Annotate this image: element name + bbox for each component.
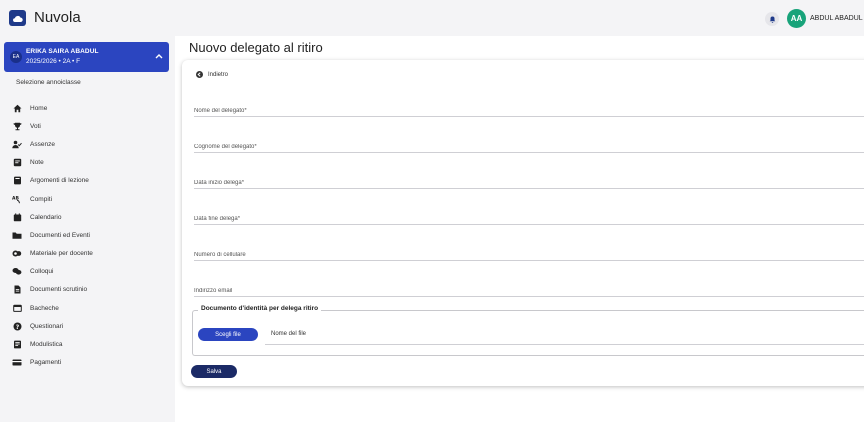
file-name-underline [265, 344, 864, 345]
back-link[interactable]: Indietro [196, 71, 228, 78]
app-title: Nuvola [34, 9, 81, 26]
student-name: ERIKA SAIRA ABADUL [26, 48, 99, 55]
book-icon [12, 176, 22, 186]
sidebar-item-argomenti[interactable]: Argomenti di lezione [12, 172, 93, 190]
user-avatar[interactable]: AA [787, 9, 806, 28]
homework-icon: AB [12, 194, 22, 204]
note-icon [12, 158, 22, 168]
sidebar-item-questionari[interactable]: ? Questionari [12, 317, 93, 335]
choose-file-button[interactable]: Scegli file [198, 328, 258, 341]
cloud-logo-icon [9, 10, 26, 26]
top-bar: Nuvola AA ABDUL ABADUL ▾ [0, 0, 864, 36]
sidebar-item-assenze[interactable]: Assenze [12, 135, 93, 153]
sidebar-item-documenti-scrutinio[interactable]: Documenti scrutinio [12, 281, 93, 299]
mobile-number-input[interactable] [194, 250, 864, 258]
student-avatar: EA [10, 51, 22, 63]
student-selector[interactable]: EA ERIKA SAIRA ABADUL 2025/2026 • 2A • F [4, 42, 169, 72]
bell-icon[interactable] [765, 12, 779, 26]
sidebar-item-calendario[interactable]: Calendario [12, 208, 93, 226]
save-button[interactable]: Salva [191, 365, 237, 378]
delegate-last-name-field[interactable] [194, 135, 864, 153]
page-title: Nuovo delegato al ritiro [189, 40, 323, 55]
sidebar-item-modulistica[interactable]: Modulistica [12, 335, 93, 353]
sidebar-item-compiti[interactable]: AB Compiti [12, 190, 93, 208]
chevron-up-icon [155, 52, 163, 61]
calendar-icon [12, 212, 22, 222]
identity-document-legend: Documento d'identità per delega ritiro [198, 305, 322, 312]
trophy-icon [12, 121, 22, 131]
payment-icon [12, 358, 22, 368]
user-menu[interactable]: ABDUL ABADUL ▾ [810, 14, 864, 22]
file-name-label: Nome del file [271, 331, 307, 337]
share-icon [12, 249, 22, 259]
delegate-first-name-field[interactable] [194, 99, 864, 117]
board-icon [12, 303, 22, 313]
sidebar-item-home[interactable]: Home [12, 99, 93, 117]
sidebar-item-documenti-eventi[interactable]: Documenti ed Eventi [12, 226, 93, 244]
chat-icon [12, 267, 22, 277]
arrow-left-icon [196, 71, 203, 78]
folder-icon [12, 230, 22, 240]
delegation-start-date-input[interactable] [194, 178, 864, 186]
sidebar-item-note[interactable]: Note [12, 154, 93, 172]
forms-icon [12, 340, 22, 350]
email-input[interactable] [194, 286, 864, 294]
email-field[interactable] [194, 279, 864, 297]
student-class: 2025/2026 • 2A • F [26, 58, 81, 65]
home-icon [12, 103, 22, 113]
delegation-start-date-field[interactable] [194, 171, 864, 189]
sidebar: EA ERIKA SAIRA ABADUL 2025/2026 • 2A • F… [0, 36, 175, 422]
delegation-end-date-input[interactable] [194, 214, 864, 222]
delegate-last-name-input[interactable] [194, 142, 864, 150]
sidebar-item-pagamenti[interactable]: Pagamenti [12, 354, 93, 372]
sidebar-item-bacheche[interactable]: Bacheche [12, 299, 93, 317]
sidebar-item-materiale-docente[interactable]: Materiale per docente [12, 245, 93, 263]
year-class-selector[interactable]: Selezione annoiclasse [16, 79, 81, 86]
svg-text:?: ? [15, 324, 19, 331]
delegate-first-name-input[interactable] [194, 106, 864, 114]
sidebar-menu: Home Voti Assenze Note Argomenti di lezi… [12, 99, 93, 372]
question-icon: ? [12, 321, 22, 331]
person-check-icon [12, 139, 22, 149]
document-icon [12, 285, 22, 295]
mobile-number-field[interactable] [194, 243, 864, 261]
delegation-end-date-field[interactable] [194, 207, 864, 225]
sidebar-item-colloqui[interactable]: Colloqui [12, 263, 93, 281]
sidebar-item-voti[interactable]: Voti [12, 117, 93, 135]
